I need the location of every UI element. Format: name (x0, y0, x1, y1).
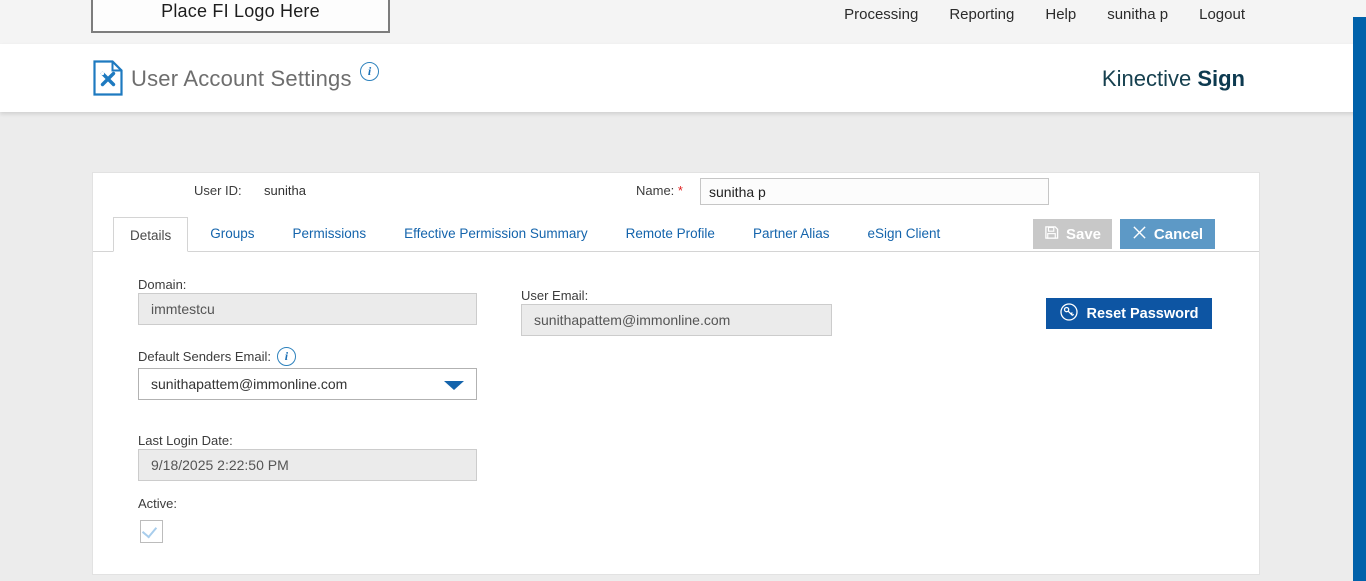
last-login-date-input (138, 449, 477, 481)
save-button-label: Save (1066, 226, 1101, 243)
user-email-input (521, 304, 832, 336)
nav-logout[interactable]: Logout (1199, 6, 1245, 23)
cancel-button-label: Cancel (1154, 226, 1203, 243)
default-senders-email-info-icon[interactable]: i (277, 347, 296, 366)
key-circle-icon (1059, 302, 1079, 326)
floppy-disk-icon (1044, 225, 1059, 244)
domain-input (138, 293, 477, 325)
chevron-down-icon (444, 381, 464, 390)
default-senders-email-value: sunithapattem@immonline.com (151, 376, 347, 392)
title-info-icon[interactable]: i (360, 62, 379, 81)
nav-processing[interactable]: Processing (844, 6, 918, 23)
default-senders-email-label: Default Senders Email: (138, 349, 271, 364)
reset-password-label: Reset Password (1086, 306, 1198, 322)
nav-reporting[interactable]: Reporting (949, 6, 1014, 23)
tab-groups[interactable]: Groups (194, 216, 270, 251)
vertical-scrollbar[interactable] (1353, 17, 1366, 581)
page-header: User Account Settings i Kinective Sign (0, 44, 1366, 112)
user-email-label: User Email: (521, 288, 588, 303)
tab-partner-alias[interactable]: Partner Alias (737, 216, 846, 251)
tab-effective-permission-summary[interactable]: Effective Permission Summary (388, 216, 604, 251)
tab-details[interactable]: Details (113, 217, 188, 252)
fi-logo-text: Place FI Logo Here (161, 1, 320, 22)
brand-logo: Kinective Sign (1102, 66, 1245, 92)
user-id-value: sunitha (264, 183, 306, 198)
top-bar: Place FI Logo Here Processing Reporting … (0, 0, 1366, 44)
tab-esign-client[interactable]: eSign Client (851, 216, 956, 251)
name-input[interactable] (700, 178, 1049, 205)
page-title: User Account Settings (131, 66, 352, 92)
cancel-button[interactable]: Cancel (1120, 219, 1215, 249)
checkmark-icon (142, 523, 157, 539)
document-tools-icon (93, 60, 123, 101)
tab-remote-profile[interactable]: Remote Profile (610, 216, 731, 251)
active-label: Active: (138, 496, 177, 511)
brand-name: Kinective (1102, 66, 1191, 91)
default-senders-email-dropdown[interactable]: sunithapattem@immonline.com (138, 368, 477, 400)
brand-product: Sign (1197, 66, 1245, 91)
nav-username[interactable]: sunitha p (1107, 6, 1168, 23)
tab-permissions[interactable]: Permissions (277, 216, 383, 251)
top-nav: Processing Reporting Help sunitha p Logo… (844, 6, 1245, 23)
name-label: Name: * (636, 183, 683, 198)
default-senders-email-label-row: Default Senders Email: i (138, 347, 296, 366)
required-marker: * (678, 183, 683, 198)
domain-label: Domain: (138, 277, 186, 292)
reset-password-button[interactable]: Reset Password (1046, 298, 1212, 329)
save-button[interactable]: Save (1033, 219, 1112, 249)
last-login-date-label: Last Login Date: (138, 433, 233, 448)
user-id-label: User ID: (194, 183, 242, 198)
user-account-panel: User ID: sunitha Name: * Details Groups … (92, 172, 1260, 575)
fi-logo-placeholder: Place FI Logo Here (91, 0, 390, 33)
active-checkbox[interactable] (140, 520, 163, 543)
nav-help[interactable]: Help (1045, 6, 1076, 23)
x-icon (1132, 225, 1147, 244)
